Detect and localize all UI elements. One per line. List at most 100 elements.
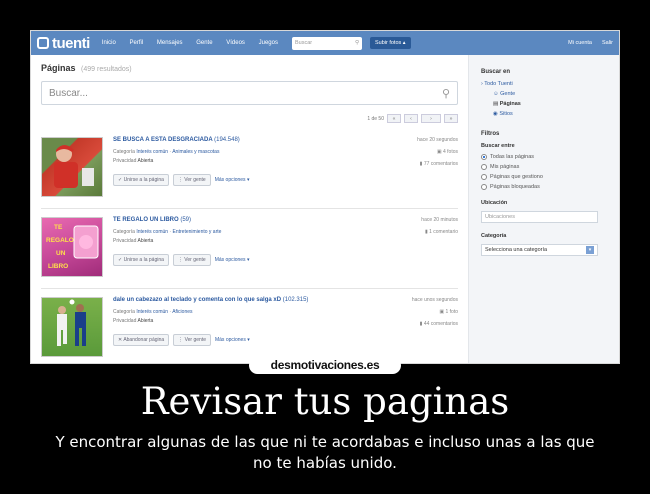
radio-circle[interactable] xyxy=(481,164,487,170)
radio-all-pages[interactable]: Todas las páginas xyxy=(481,154,609,160)
more-options-link[interactable]: Más opciones ▾ xyxy=(215,257,250,263)
comment-icon: ▮ xyxy=(424,229,428,235)
first-page-icon[interactable]: « xyxy=(387,114,401,123)
location-label: Ubicación xyxy=(481,200,508,206)
leave-page-button[interactable]: ✕ Abandonar página xyxy=(113,334,170,346)
result-thumbnail[interactable] xyxy=(41,297,103,357)
nav-perfil[interactable]: Perfil xyxy=(130,40,144,46)
chevron-down-icon[interactable]: ▾ xyxy=(586,246,594,254)
join-label: Unirse a la página xyxy=(123,257,164,263)
result-title-text[interactable]: TE REGALO UN LIBRO xyxy=(113,217,179,223)
category-label: Categoría xyxy=(113,229,135,235)
radio-managed-pages[interactable]: Páginas que gestiono xyxy=(481,174,609,180)
join-page-button[interactable]: ✓ Unirse a la página xyxy=(113,254,169,266)
result-title-text[interactable]: SE BUSCA A ESTA DESGRACIADA xyxy=(113,137,212,143)
places-label: Sitios xyxy=(499,111,513,117)
result-privacy: Privacidad Abierta xyxy=(113,158,153,164)
search-icon[interactable]: ⚲ xyxy=(442,87,450,100)
result-time: hace unos segundos xyxy=(411,297,458,303)
comment-icon: ▮ xyxy=(419,321,423,327)
result-comments-stat[interactable]: ▮ 1 comentario xyxy=(425,229,458,235)
watermark: desmotivaciones.es xyxy=(249,357,401,374)
prev-page-icon[interactable]: ‹ xyxy=(404,114,418,123)
result-title[interactable]: SE BUSCA A ESTA DESGRACIADA (194.548) xyxy=(113,137,240,143)
location-pin-icon: ◉ xyxy=(493,111,498,117)
result-time: hace 20 segundos xyxy=(417,137,458,143)
radio-circle[interactable] xyxy=(481,184,487,190)
nav-inicio[interactable]: Inicio xyxy=(102,40,116,46)
category-type-link[interactable]: Interés común xyxy=(136,309,168,315)
svg-text:UN: UN xyxy=(56,250,66,257)
last-page-icon[interactable]: » xyxy=(444,114,458,123)
radio-label: Páginas que gestiono xyxy=(490,174,543,180)
top-search-placeholder: Buscar xyxy=(294,40,313,46)
all-tuenti-link[interactable]: › Todo Tuenti xyxy=(481,81,609,87)
pages-icon: ▤ xyxy=(493,101,499,107)
category-value-link[interactable]: Entretenimiento y arte xyxy=(173,229,222,235)
category-label: Categoría xyxy=(481,233,507,239)
view-people-button[interactable]: ⋮ Ver gente xyxy=(173,334,211,346)
radio-circle[interactable] xyxy=(481,174,487,180)
top-search-input[interactable]: Buscar ⚲ xyxy=(291,36,362,50)
result-thumbnail[interactable]: TE REGALO UN LIBRO xyxy=(41,217,103,277)
join-page-button[interactable]: ✓ Unirse a la página xyxy=(113,174,169,186)
nav-videos[interactable]: Vídeos xyxy=(226,40,245,46)
nav-juegos[interactable]: Juegos xyxy=(259,40,278,46)
result-privacy: Privacidad Abierta xyxy=(113,318,153,324)
nav-gente[interactable]: Gente xyxy=(196,40,212,46)
category-label: Categoría xyxy=(113,149,135,155)
person-photo xyxy=(54,145,94,188)
filters-heading: Filtros xyxy=(481,131,500,137)
caption-title: Revisar tus paginas xyxy=(140,380,510,423)
more-options-link[interactable]: Más opciones ▾ xyxy=(215,337,250,343)
location-input[interactable]: Ubicaciones xyxy=(481,211,598,223)
radio-circle[interactable] xyxy=(481,154,487,160)
result-item: SE BUSCA A ESTA DESGRACIADA (194.548) Ca… xyxy=(41,137,458,209)
result-time: hace 20 minutos xyxy=(421,217,458,223)
radio-blocked-pages[interactable]: Páginas bloqueadas xyxy=(481,184,609,190)
result-title[interactable]: dale un cabezazo al teclado y comenta co… xyxy=(113,297,308,303)
more-options-link[interactable]: Más opciones ▾ xyxy=(215,177,250,183)
result-comments-stat[interactable]: ▮ 77 comentarios xyxy=(420,161,458,167)
my-account-link[interactable]: Mi cuenta xyxy=(568,40,592,46)
photos-stat-text: 4 fotos xyxy=(442,149,458,155)
result-title-text[interactable]: dale un cabezazo al teclado y comenta co… xyxy=(113,297,281,303)
pages-label: Páginas xyxy=(499,101,521,107)
category-value-link[interactable]: Aficiones xyxy=(172,309,192,315)
nav-mensajes[interactable]: Mensajes xyxy=(157,40,183,46)
logout-link[interactable]: Salir xyxy=(602,40,613,46)
pages-search-input[interactable]: Buscar... ⚲ xyxy=(41,81,458,105)
category-type-link[interactable]: Interés común xyxy=(136,149,168,155)
result-photos-stat[interactable]: ▣ 4 fotos xyxy=(437,149,458,155)
result-photos-stat[interactable]: ▣ 1 foto xyxy=(439,309,458,315)
result-item: dale un cabezazo al teclado y comenta co… xyxy=(41,297,458,363)
page-title-text: Páginas xyxy=(41,63,76,73)
privacy-label: Privacidad xyxy=(113,158,137,164)
category-type-link[interactable]: Interés común xyxy=(136,229,168,235)
category-select[interactable]: Selecciona una categoría ▾ xyxy=(481,244,598,256)
result-title[interactable]: TE REGALO UN LIBRO (59) xyxy=(113,217,191,223)
result-count: (499 resultados) xyxy=(81,66,132,73)
upload-photos-button[interactable]: Subir fotos ▴ xyxy=(369,37,411,49)
next-page-icon[interactable]: › xyxy=(421,114,441,123)
view-people-button[interactable]: ⋮ Ver gente xyxy=(172,254,211,266)
search-icon[interactable]: ⚲ xyxy=(355,40,359,46)
logo-text: tuenti xyxy=(52,34,90,52)
places-filter-link[interactable]: ◉ Sitios xyxy=(481,111,609,117)
privacy-value: Abierta xyxy=(137,318,154,324)
tuenti-logo[interactable]: tuenti xyxy=(37,35,90,52)
camera-icon: ▣ xyxy=(439,309,445,315)
radio-label: Páginas bloqueadas xyxy=(490,184,540,190)
people-filter-link[interactable]: ☺ Gente xyxy=(481,91,609,97)
pages-filter-link[interactable]: ▤ Páginas xyxy=(481,101,609,107)
caption-text: Y encontrar algunas de las que ni te aco… xyxy=(55,433,595,472)
main-nav: Inicio Perfil Mensajes Gente Vídeos Jueg… xyxy=(102,40,290,46)
result-comments-stat[interactable]: ▮ 44 comentarios xyxy=(420,321,458,327)
category-value-link[interactable]: Animales y mascotas xyxy=(172,149,219,155)
member-count: (102.315) xyxy=(282,297,309,303)
result-thumbnail[interactable] xyxy=(41,137,103,197)
radio-my-pages[interactable]: Mis páginas xyxy=(481,164,609,170)
pagination: 1 de 50 « ‹ › » xyxy=(41,114,458,123)
view-people-button[interactable]: ⋮ Ver gente xyxy=(172,174,211,186)
more-options-label: Más opciones xyxy=(214,177,246,183)
